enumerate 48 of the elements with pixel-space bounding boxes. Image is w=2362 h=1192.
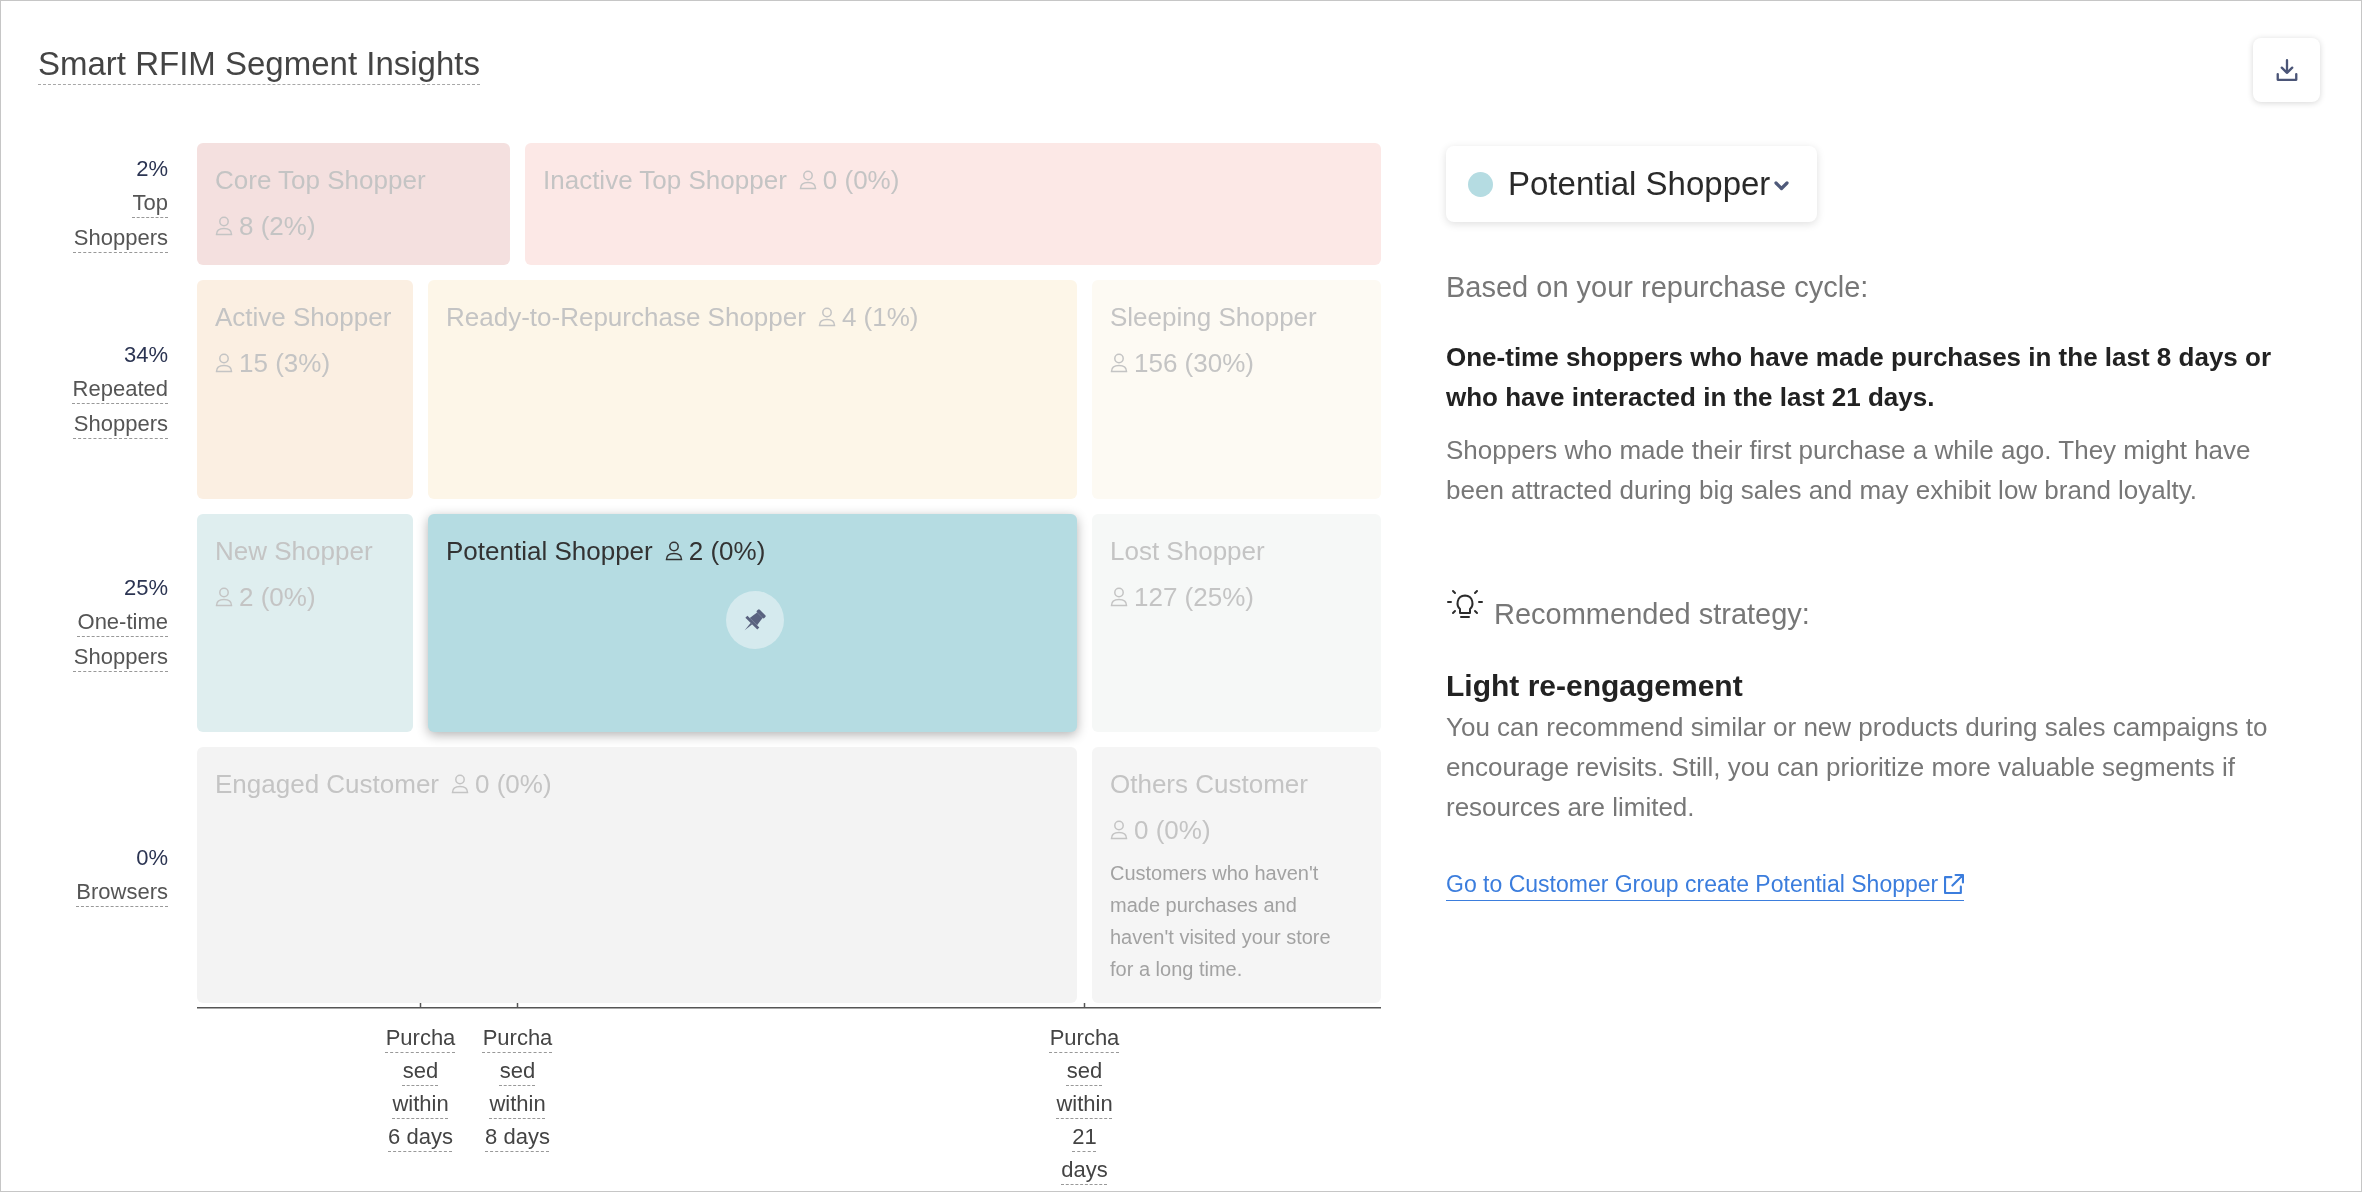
download-icon [2274,59,2299,81]
pin-icon [742,608,767,632]
segment-name: Ready-to-Repurchase Shopper [446,301,806,334]
row-label: One-time Shoppers [73,608,168,671]
segment-summary: Shoppers who made their first purchase a while ago. They might have been attracted during big sales and may exhibit low brand loyalty. [1446,434,2252,507]
person-icon [451,774,470,794]
segment-cell[interactable]: Potential Shopper 2 (0%) [428,514,1077,732]
person-icon [1110,353,1128,373]
person-icon [798,170,817,190]
person-icon [817,307,836,327]
chevron-down-icon [1774,181,1790,191]
member-count: 0 (0%) [822,164,900,197]
axis-label: Purchased within 6 days [384,1024,457,1151]
member-count: 156 (30%) [1134,347,1254,380]
row-label: Repeated Shoppers [72,374,168,438]
cycle-heading: Based on your repurchase cycle: [1446,270,1869,305]
member-count: 2 (0%) [688,535,766,568]
strategy-title: Light re-engagement [1446,668,1743,704]
row-label: Top Shoppers [73,189,168,252]
row-percent: 34% [123,340,168,369]
segment-cell[interactable]: Sleeping Shopper 156 (30%) [1092,280,1381,499]
segment-name: Inactive Top Shopper [543,164,787,197]
external-link-icon [1944,874,1965,894]
person-icon [1110,587,1128,607]
axis-label: Purchased within 8 days [481,1024,554,1151]
row-label: Browsers [76,877,168,906]
row-percent: 0% [136,843,168,872]
segment-definition: One-time shoppers who have made purchases in the last 8 days or who have interacted in the last 21 days. [1446,341,2273,414]
member-count: 4 (1%) [841,301,919,334]
person-icon [1110,820,1128,840]
segment-cell[interactable]: Ready-to-Repurchase Shopper 4 (1%) [428,280,1077,499]
segment-description: Customers who haven't made purchases and haven't visited your store for a long time. [1110,861,1332,982]
segment-name: Potential Shopper [446,535,653,568]
segment-name: Sleeping Shopper [1110,301,1317,334]
segment-cell[interactable]: Inactive Top Shopper 0 (0%) [525,143,1381,265]
strategy-text: You can recommend similar or new products during sales campaigns to encourage revisits. Still, you can prioritize more valuable segments if resources are limited. [1446,711,2269,824]
person-icon [664,541,683,561]
person-icon [215,587,233,607]
axis-label: Purchased within 21 days [1048,1024,1121,1184]
person-icon [215,353,233,373]
download-button[interactable] [2253,38,2320,102]
page-title: Smart RFIM Segment Insights [38,44,480,85]
row-percent: 2% [136,155,168,183]
segment-dropdown[interactable]: Potential Shopper [1446,146,1818,222]
strategy-heading: Recommended strategy: [1494,597,1810,632]
customer-group-link[interactable]: Go to Customer Group create Potential Shopper [1446,868,1965,901]
person-icon [215,216,233,236]
row-percent: 25% [123,574,168,602]
